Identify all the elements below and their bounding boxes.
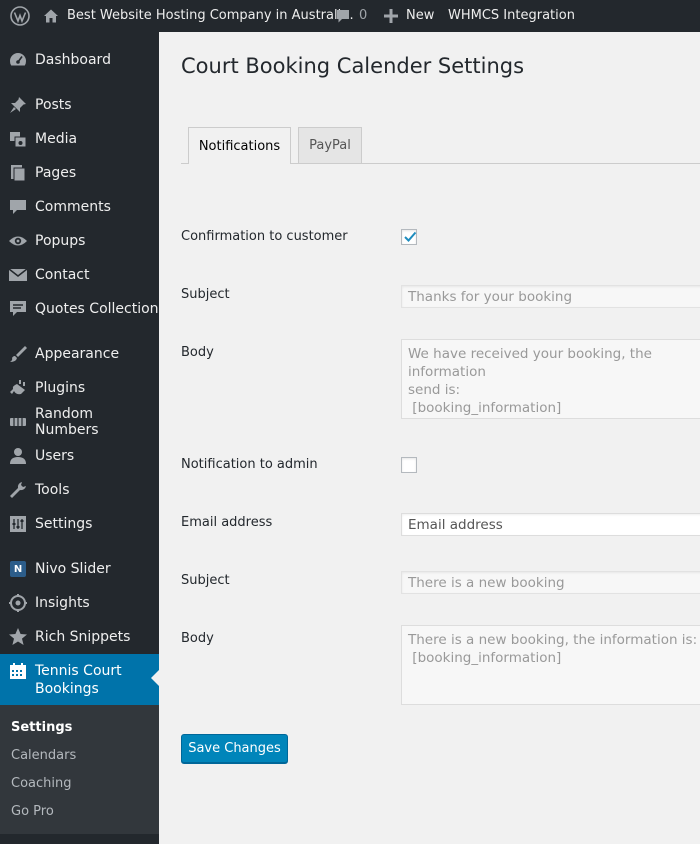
tab-paypal[interactable]: PayPal bbox=[298, 127, 362, 163]
plugin-icon bbox=[8, 378, 28, 398]
sidebar-item-label: Random Numbers bbox=[35, 406, 99, 438]
sidebar-item-comments[interactable]: Comments bbox=[0, 193, 159, 221]
sliders-icon bbox=[8, 514, 28, 534]
sidebar-item-tools[interactable]: Tools bbox=[0, 476, 159, 504]
sidebar-item-label: Comments bbox=[35, 199, 111, 215]
sidebar-item-label: Media bbox=[35, 131, 78, 147]
submenu-item-coaching[interactable]: Coaching bbox=[11, 776, 72, 791]
whmcs-label: WHMCS Integration bbox=[448, 8, 575, 23]
new-label: New bbox=[406, 8, 435, 23]
calendar-icon bbox=[8, 661, 28, 681]
star-icon bbox=[8, 627, 28, 647]
sidebar-item-nivo-slider[interactable]: N Nivo Slider bbox=[0, 555, 159, 583]
sidebar-item-plugins[interactable]: Plugins bbox=[0, 374, 159, 402]
sidebar-item-rich-snippets[interactable]: Rich Snippets bbox=[0, 623, 159, 651]
sidebar-item-pages[interactable]: Pages bbox=[0, 159, 159, 187]
sidebar-item-label: Dashboard bbox=[35, 52, 111, 68]
plus-icon bbox=[384, 9, 398, 23]
whmcs-link[interactable]: WHMCS Integration bbox=[448, 0, 575, 32]
sidebar-item-label: Users bbox=[35, 448, 75, 464]
page-title: Court Booking Calender Settings bbox=[181, 54, 525, 78]
sidebar-item-label: Popups bbox=[35, 233, 86, 249]
numbers-icon bbox=[8, 412, 28, 432]
sidebar-item-media[interactable]: Media bbox=[0, 125, 159, 153]
pages-icon bbox=[8, 163, 28, 183]
sidebar-item-posts[interactable]: Posts bbox=[0, 91, 159, 119]
confirmation-checkbox[interactable] bbox=[401, 229, 417, 245]
sidebar-item-label: Tennis Court Bookings bbox=[35, 662, 122, 698]
sidebar-item-label: Insights bbox=[35, 595, 90, 611]
site-name: Best Website Hosting Company in Australi… bbox=[67, 8, 354, 23]
email-input[interactable]: Email address bbox=[401, 513, 700, 536]
sidebar-item-users[interactable]: Users bbox=[0, 442, 159, 470]
submenu-item-go-pro[interactable]: Go Pro bbox=[11, 804, 54, 819]
admin-body-textarea[interactable]: There is a new booking, the information … bbox=[401, 625, 700, 705]
save-changes-button[interactable]: Save Changes bbox=[181, 734, 288, 763]
wordpress-logo-icon[interactable] bbox=[10, 0, 30, 32]
sidebar-item-label: Appearance bbox=[35, 346, 120, 362]
site-home-link[interactable]: Best Website Hosting Company in Australi… bbox=[43, 0, 354, 32]
pin-icon bbox=[8, 95, 28, 115]
comment-bubble-icon bbox=[335, 8, 351, 24]
tab-notifications[interactable]: Notifications bbox=[188, 127, 291, 164]
sidebar-item-dashboard[interactable]: Dashboard bbox=[0, 46, 159, 74]
sidebar-item-contact[interactable]: Contact bbox=[0, 261, 159, 289]
sidebar-item-label: Rich Snippets bbox=[35, 629, 131, 645]
quote-icon bbox=[8, 299, 28, 319]
checkmark-icon bbox=[404, 231, 417, 242]
sidebar-item-label: Posts bbox=[35, 97, 72, 113]
wrench-icon bbox=[8, 480, 28, 500]
customer-subject-label: Subject bbox=[181, 287, 230, 302]
media-icon bbox=[8, 129, 28, 149]
comment-icon bbox=[8, 197, 28, 217]
sidebar-item-label: Nivo Slider bbox=[35, 561, 111, 577]
mail-icon bbox=[8, 265, 28, 285]
customer-subject-input[interactable]: Thanks for your booking bbox=[401, 285, 700, 308]
sidebar-item-label: Pages bbox=[35, 165, 77, 181]
confirmation-label: Confirmation to customer bbox=[181, 229, 348, 244]
sidebar-item-popups[interactable]: Popups bbox=[0, 227, 159, 255]
nivo-icon: N bbox=[8, 559, 28, 579]
dashboard-icon bbox=[8, 50, 28, 70]
home-icon bbox=[43, 8, 59, 24]
sidebar-item-tennis-court-bookings[interactable]: Tennis Court Bookings bbox=[0, 654, 159, 705]
sidebar-item-label: Settings bbox=[35, 516, 93, 532]
sidebar-item-label: Plugins bbox=[35, 380, 86, 396]
customer-body-textarea[interactable]: We have received your booking, the infor… bbox=[401, 339, 700, 419]
sidebar-item-label: Quotes Collection bbox=[35, 301, 159, 317]
admin-subject-label: Subject bbox=[181, 573, 230, 588]
user-icon bbox=[8, 446, 28, 466]
label-line-1: Tennis Court bbox=[35, 663, 122, 679]
current-menu-arrow bbox=[151, 670, 159, 686]
admin-subject-input[interactable]: There is a new booking bbox=[401, 571, 700, 594]
submenu-item-settings[interactable]: Settings bbox=[11, 720, 72, 735]
admin-body-label: Body bbox=[181, 631, 214, 646]
sidebar-item-insights[interactable]: Insights bbox=[0, 589, 159, 617]
comments-link[interactable]: 0 bbox=[335, 0, 367, 32]
notify-admin-checkbox[interactable] bbox=[401, 457, 417, 473]
sidebar-item-quotes-collection[interactable]: Quotes Collection bbox=[0, 295, 159, 323]
admin-sidebar: Dashboard Posts Media Pages Comments Pop… bbox=[0, 32, 159, 844]
label-line-2: Bookings bbox=[35, 681, 99, 697]
sidebar-item-label: Tools bbox=[35, 482, 70, 498]
email-label: Email address bbox=[181, 515, 273, 530]
nivo-letter: N bbox=[10, 561, 26, 577]
sidebar-item-settings[interactable]: Settings bbox=[0, 510, 159, 538]
sidebar-item-random-numbers[interactable]: Random Numbers bbox=[0, 406, 159, 438]
brush-icon bbox=[8, 344, 28, 364]
admin-bar: Best Website Hosting Company in Australi… bbox=[0, 0, 700, 32]
customer-body-label: Body bbox=[181, 345, 214, 360]
comments-count: 0 bbox=[359, 8, 368, 23]
insights-icon bbox=[8, 593, 28, 613]
eye-icon bbox=[8, 231, 28, 251]
notify-admin-label: Notification to admin bbox=[181, 457, 318, 472]
sidebar-item-appearance[interactable]: Appearance bbox=[0, 340, 159, 368]
new-content-link[interactable]: New bbox=[384, 0, 434, 32]
sidebar-item-label: Contact bbox=[35, 267, 90, 283]
submenu-item-calendars[interactable]: Calendars bbox=[11, 748, 76, 763]
